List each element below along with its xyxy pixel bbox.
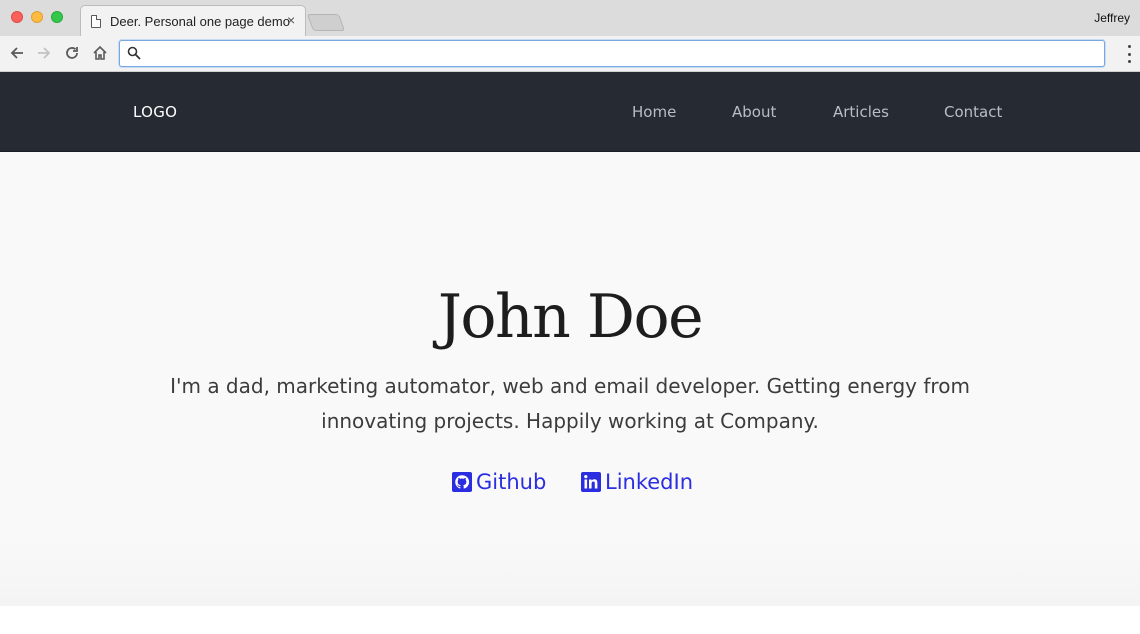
nav-link-articles[interactable]: Articles bbox=[833, 103, 889, 121]
github-link[interactable]: Github bbox=[452, 470, 546, 494]
browser-tab-bar: Deer. Personal one page demo × Jeffrey bbox=[0, 0, 1140, 36]
menu-dot bbox=[1127, 45, 1131, 48]
profile-name[interactable]: Jeffrey bbox=[1094, 11, 1130, 25]
forward-arrow-icon-svg bbox=[38, 47, 51, 59]
hero-bio: I'm a dad, marketing automator, web and … bbox=[170, 374, 970, 433]
document-icon bbox=[91, 15, 101, 28]
browser-tab[interactable]: Deer. Personal one page demo × bbox=[80, 5, 306, 36]
page-bottom bbox=[0, 606, 1140, 634]
site-logo[interactable]: LOGO bbox=[133, 103, 177, 121]
new-tab-button[interactable] bbox=[306, 14, 346, 31]
hero-name: John Doe bbox=[437, 282, 704, 352]
nav-link-about[interactable]: About bbox=[732, 103, 776, 121]
reload-icon-svg bbox=[66, 47, 78, 59]
social-links: Github LinkedIn bbox=[0, 470, 1140, 500]
tab-close-icon[interactable]: × bbox=[287, 12, 295, 28]
forward-arrow-icon[interactable] bbox=[33, 42, 55, 64]
nav-link-home[interactable]: Home bbox=[632, 103, 676, 121]
menu-dot bbox=[1127, 60, 1131, 63]
close-window-button[interactable] bbox=[11, 11, 23, 23]
reload-icon[interactable] bbox=[61, 42, 83, 64]
github-link-label: Github bbox=[476, 470, 547, 494]
home-icon[interactable] bbox=[89, 42, 111, 64]
minimize-window-button[interactable] bbox=[31, 11, 43, 23]
maximize-window-button[interactable] bbox=[51, 11, 63, 23]
site-header: LOGO Home About Articles Contact bbox=[0, 72, 1140, 152]
tab-title: Deer. Personal one page demo bbox=[110, 14, 290, 29]
linkedin-icon bbox=[581, 472, 601, 492]
hero-section: John Doe I'm a dad, marketing automator,… bbox=[0, 152, 1140, 606]
search-icon bbox=[127, 46, 141, 60]
back-arrow-icon[interactable] bbox=[6, 42, 28, 64]
linkedin-link-label: LinkedIn bbox=[605, 470, 694, 494]
github-icon bbox=[452, 472, 472, 492]
back-arrow-icon-svg bbox=[10, 47, 23, 59]
linkedin-link[interactable]: LinkedIn bbox=[581, 470, 693, 494]
nav-link-contact[interactable]: Contact bbox=[944, 103, 1002, 121]
menu-dot bbox=[1127, 52, 1131, 56]
browser-menu-icon[interactable] bbox=[1126, 45, 1132, 63]
home-icon-svg bbox=[93, 45, 107, 60]
address-input[interactable] bbox=[146, 43, 1096, 64]
browser-toolbar bbox=[0, 36, 1140, 72]
address-bar[interactable] bbox=[119, 40, 1105, 67]
